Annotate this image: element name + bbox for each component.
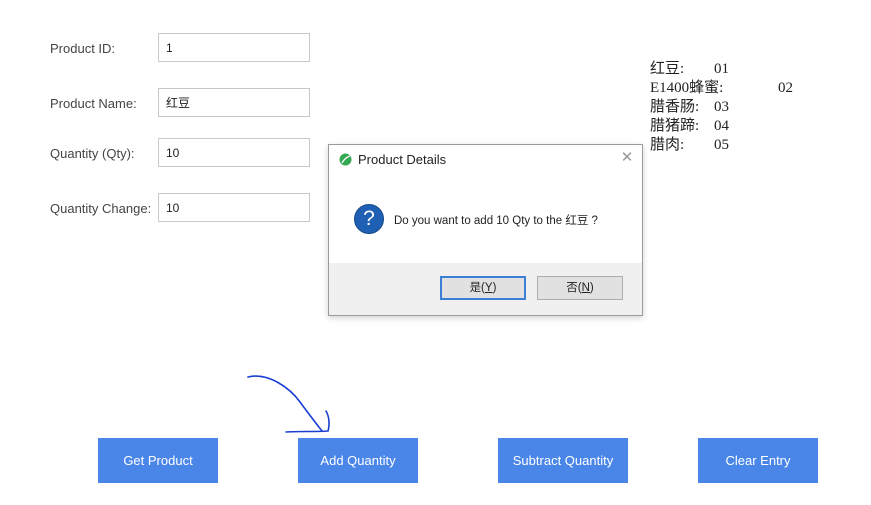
get-product-button[interactable]: Get Product [98, 438, 218, 483]
no-button-label-end: ) [589, 282, 594, 294]
close-icon[interactable]: ✕ [620, 150, 634, 165]
yes-button-accelerator: Y [484, 282, 493, 294]
dialog-title: Product Details [358, 152, 447, 167]
dialog-message: Do you want to add 10 Qty to the 红豆 ? [394, 215, 598, 227]
yes-button[interactable]: 是(Y) [440, 276, 526, 300]
add-quantity-button[interactable]: Add Quantity [298, 438, 418, 483]
dialog-body: ? Do you want to add 10 Qty to the 红豆 ? [329, 175, 642, 263]
clear-entry-button[interactable]: Clear Entry [698, 438, 818, 483]
question-icon: ? [354, 204, 384, 234]
no-button-accelerator: N [581, 282, 590, 294]
dialog-title-bar: Product Details ✕ [329, 145, 642, 175]
product-details-dialog: Product Details ✕ ? Do you want to add 1… [328, 144, 643, 316]
leaf-app-icon [339, 153, 352, 166]
dialog-footer: 是(Y) 否(N) [329, 263, 642, 315]
no-button[interactable]: 否(N) [537, 276, 623, 300]
yes-button-label: 是( [469, 282, 485, 294]
yes-button-label-end: ) [492, 282, 497, 294]
no-button-label: 否( [566, 282, 582, 294]
subtract-quantity-button[interactable]: Subtract Quantity [498, 438, 628, 483]
